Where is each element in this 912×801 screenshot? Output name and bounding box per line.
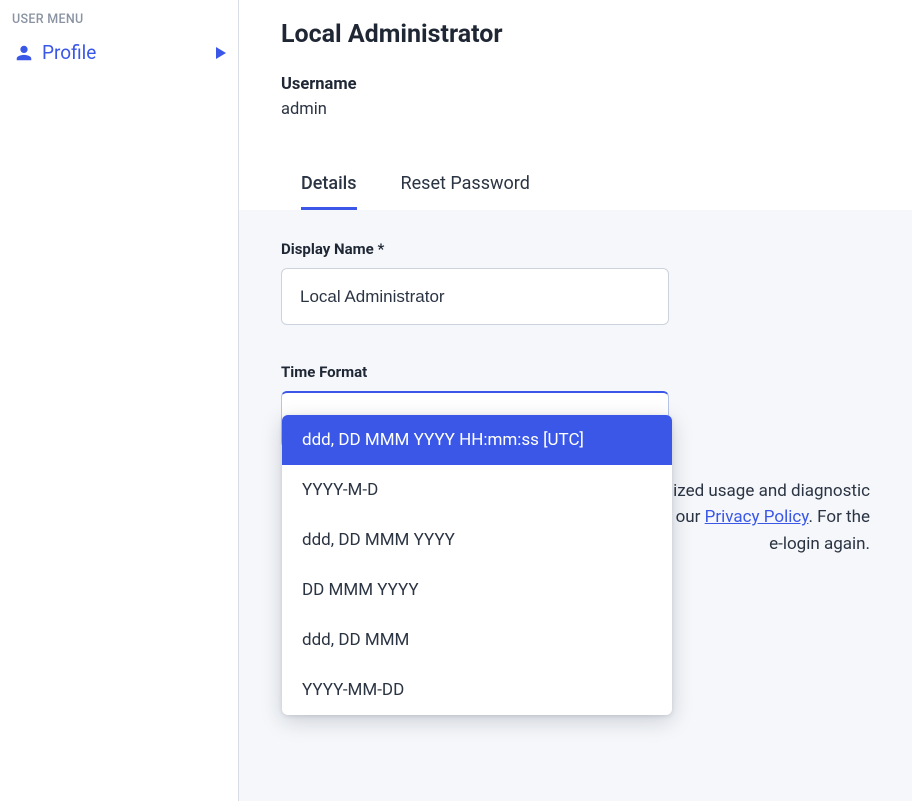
- tab-details[interactable]: Details: [301, 167, 357, 210]
- person-icon: [12, 44, 36, 62]
- time-format-option[interactable]: YYYY-M-D: [282, 465, 672, 515]
- privacy-policy-link[interactable]: Privacy Policy: [705, 507, 809, 527]
- display-name-label: Display Name *: [281, 240, 870, 258]
- display-name-field: Display Name *: [281, 240, 870, 325]
- diag-line2b: . For the: [808, 507, 870, 527]
- time-format-option[interactable]: ddd, DD MMM YYYY HH:mm:ss [UTC]: [282, 415, 672, 465]
- sidebar-heading: USER MENU: [0, 8, 238, 33]
- page-title: Local Administrator: [281, 20, 870, 49]
- username-value: admin: [281, 100, 870, 119]
- sidebar-item-profile[interactable]: Profile: [0, 33, 238, 74]
- diag-line3: e-login again.: [769, 534, 870, 554]
- time-format-label: Time Format: [281, 363, 870, 381]
- time-format-dropdown: ddd, DD MMM YYYY HH:mm:ss [UTC] YYYY-M-D…: [282, 415, 672, 715]
- tab-reset-password[interactable]: Reset Password: [401, 167, 530, 210]
- diag-line1: mized usage and diagnostic: [658, 481, 870, 501]
- username-label: Username: [281, 75, 870, 94]
- time-format-option[interactable]: ddd, DD MMM YYYY: [282, 515, 672, 565]
- sidebar-item-label: Profile: [42, 41, 216, 64]
- time-format-option[interactable]: YYYY-MM-DD: [282, 665, 672, 715]
- caret-right-icon: [216, 47, 226, 59]
- display-name-input[interactable]: [281, 268, 669, 325]
- time-format-option[interactable]: DD MMM YYYY: [282, 565, 672, 615]
- sidebar: USER MENU Profile: [0, 0, 239, 801]
- time-format-option[interactable]: ddd, DD MMM: [282, 615, 672, 665]
- tabs: Details Reset Password: [281, 167, 870, 210]
- header-area: Local Administrator Username admin Detai…: [239, 0, 912, 210]
